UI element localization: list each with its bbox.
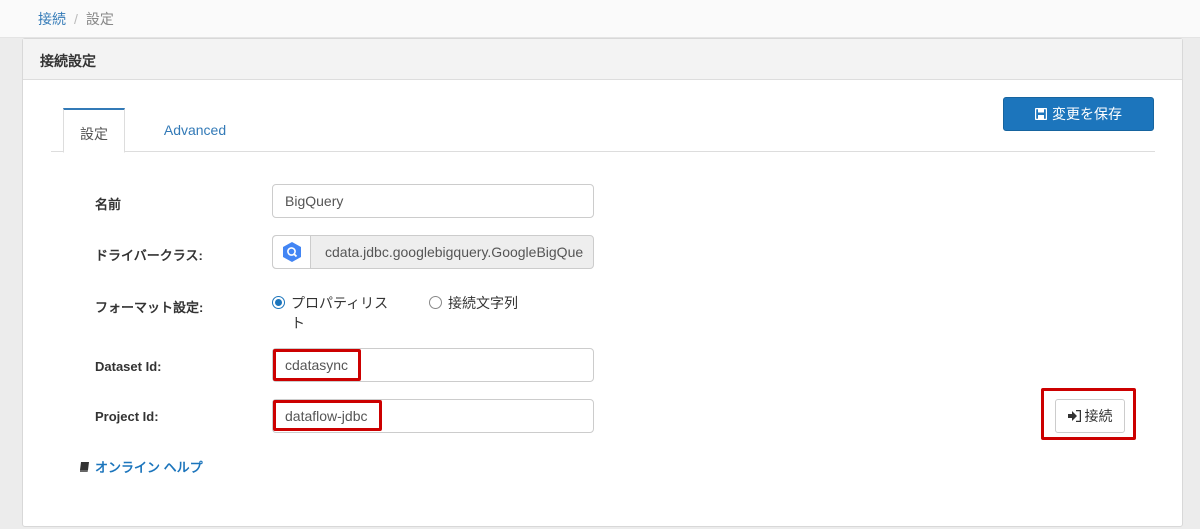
project-id-label: Project Id: bbox=[95, 409, 159, 424]
breadcrumb: 接続 / 設定 bbox=[0, 0, 1200, 38]
radio-connection-string-dot[interactable] bbox=[429, 296, 442, 309]
name-label: 名前 bbox=[95, 197, 122, 212]
tab-settings[interactable]: 設定 bbox=[63, 108, 125, 153]
book-icon bbox=[80, 461, 89, 472]
radio-property-list[interactable]: プロパティリスト bbox=[272, 293, 391, 333]
dataset-id-highlight bbox=[273, 349, 361, 381]
format-label: フォーマット設定: bbox=[95, 300, 204, 315]
tab-bar: 設定 Advanced bbox=[51, 108, 1155, 153]
online-help-label: オンライン ヘルプ bbox=[95, 460, 203, 475]
panel-title: 接続設定 bbox=[23, 39, 1182, 80]
project-id-highlight bbox=[273, 400, 382, 431]
driver-class-label: ドライバークラス: bbox=[95, 248, 203, 263]
radio-property-list-dot[interactable] bbox=[272, 296, 285, 309]
google-bigquery-icon bbox=[273, 236, 311, 268]
driver-class-value: cdata.jdbc.googlebigquery.GoogleBigQue bbox=[325, 244, 584, 260]
breadcrumb-separator: / bbox=[74, 11, 78, 27]
breadcrumb-parent-link[interactable]: 接続 bbox=[38, 11, 66, 27]
radio-connection-string[interactable]: 接続文字列 bbox=[429, 293, 548, 313]
dataset-id-label: Dataset Id: bbox=[95, 359, 162, 374]
connect-highlight bbox=[1041, 388, 1136, 440]
radio-connection-string-label: 接続文字列 bbox=[448, 295, 518, 311]
connection-settings-panel: 接続設定 変更を保存 設定 Advanced 名前 BigQuery ドライバー… bbox=[22, 38, 1183, 527]
name-input[interactable]: BigQuery bbox=[272, 184, 594, 218]
radio-property-list-label: プロパティリスト bbox=[291, 295, 389, 331]
online-help-link[interactable]: オンライン ヘルプ bbox=[79, 457, 203, 476]
driver-class-input[interactable]: cdata.jdbc.googlebigquery.GoogleBigQue bbox=[272, 235, 594, 269]
tab-advanced[interactable]: Advanced bbox=[155, 108, 235, 152]
breadcrumb-current: 設定 bbox=[85, 11, 114, 27]
